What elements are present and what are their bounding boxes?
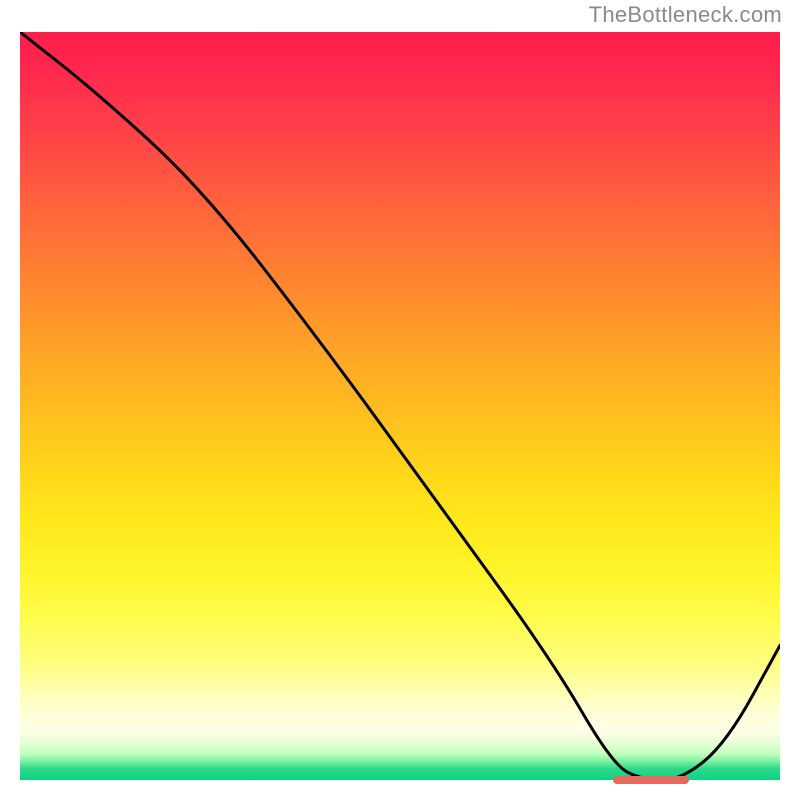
chart-plot-area bbox=[20, 32, 780, 780]
chart-curve bbox=[20, 32, 780, 780]
chart-curve-layer bbox=[20, 32, 780, 780]
attribution-text: TheBottleneck.com bbox=[589, 2, 782, 28]
chart-highlight-segment bbox=[613, 776, 689, 784]
